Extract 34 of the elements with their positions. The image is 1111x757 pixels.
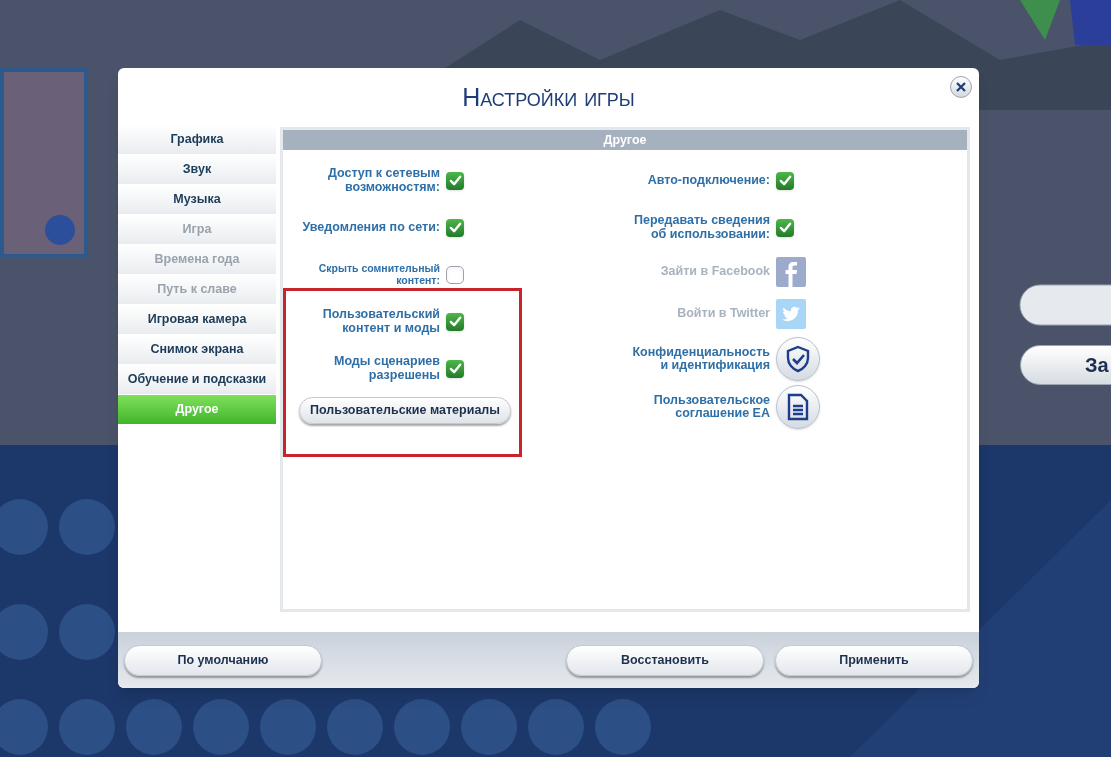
dialog-title: Настройки игры xyxy=(462,81,635,113)
footer-button[interactable]: По умолчанию xyxy=(124,644,322,676)
option-label: Доступ к сетевым возможностям: xyxy=(326,167,440,194)
panel-header: Другое xyxy=(283,130,967,150)
sidebar-tab[interactable]: Графика xyxy=(118,125,276,155)
option-label: Уведомления по сети: xyxy=(301,220,440,235)
document-icon[interactable] xyxy=(776,385,820,429)
checkbox[interactable] xyxy=(776,171,794,190)
shield-check-icon[interactable] xyxy=(776,337,820,381)
sidebar-tab[interactable]: Музыка xyxy=(118,185,276,215)
checkbox[interactable] xyxy=(446,312,464,331)
footer-button[interactable]: Применить xyxy=(775,644,973,676)
sidebar-tab[interactable]: Обучение и подсказки xyxy=(118,365,276,395)
option-label: Моды сценариев разрешены xyxy=(333,355,440,382)
sidebar-tab[interactable]: Звук xyxy=(118,155,276,185)
option-label: Передавать сведения об использовании: xyxy=(633,214,770,241)
option-label: Авто-подключение: xyxy=(646,173,770,188)
checkbox[interactable] xyxy=(446,359,464,378)
option-label: Конфиденциальность и идентификация xyxy=(631,345,770,373)
close-icon[interactable] xyxy=(950,76,972,98)
sidebar-tab[interactable]: Игровая камера xyxy=(118,305,276,335)
side-button[interactable]: За xyxy=(1020,345,1111,385)
checkbox[interactable] xyxy=(446,171,464,190)
option-label: Пользовательское соглашение EA xyxy=(652,393,770,421)
option-label: Скрыть сомнительный контент: xyxy=(317,263,440,286)
footer-button[interactable]: Восстановить xyxy=(566,644,764,676)
checkbox[interactable] xyxy=(446,218,464,237)
option-label: Пользовательский контент и моды xyxy=(321,308,440,335)
option-label: Войти в Twitter xyxy=(676,307,770,321)
option-label: Зайти в Facebook xyxy=(659,265,770,279)
sidebar-tab[interactable]: Снимок экрана xyxy=(118,335,276,365)
checkbox[interactable] xyxy=(776,218,794,237)
custom-content-button[interactable]: Пользовательские материалы xyxy=(299,396,511,424)
checkbox[interactable] xyxy=(446,265,464,284)
